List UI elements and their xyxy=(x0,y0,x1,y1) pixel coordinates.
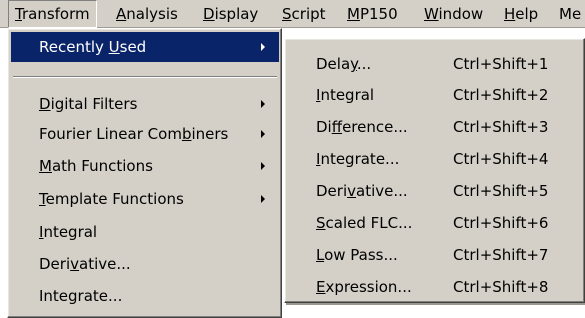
menu-analysis[interactable]: Analysis xyxy=(110,0,184,28)
submenu-arrow-icon xyxy=(261,162,265,170)
menu-window[interactable]: Window xyxy=(418,0,489,28)
menu-transform[interactable]: Transform xyxy=(8,0,97,28)
submenu-item-integral[interactable]: Integral Ctrl+Shift+2 xyxy=(288,80,580,110)
submenu-item-low-pass[interactable]: Low Pass... Ctrl+Shift+7 xyxy=(288,240,580,270)
submenu-arrow-icon xyxy=(261,43,265,51)
shortcut-label: Ctrl+Shift+4 xyxy=(453,150,549,168)
menu-display[interactable]: Display xyxy=(197,0,264,28)
submenu-item-difference[interactable]: Difference... Ctrl+Shift+3 xyxy=(288,112,580,142)
menu-item-digital-filters[interactable]: Digital Filters xyxy=(11,89,279,119)
menu-more[interactable]: Me xyxy=(553,0,585,28)
menu-item-integrate[interactable]: Integrate... xyxy=(11,281,279,311)
menu-bar: Transform Analysis Display Script MP150 … xyxy=(0,0,585,28)
submenu-arrow-icon xyxy=(261,100,265,108)
shortcut-label: Ctrl+Shift+2 xyxy=(453,86,549,104)
submenu-item-delay[interactable]: Delay... Ctrl+Shift+1 xyxy=(288,49,580,79)
shortcut-label: Ctrl+Shift+7 xyxy=(453,246,549,264)
submenu-arrow-icon xyxy=(261,195,265,203)
shortcut-label: Ctrl+Shift+8 xyxy=(453,278,549,296)
menu-separator xyxy=(13,76,277,78)
shortcut-label: Ctrl+Shift+6 xyxy=(453,214,549,232)
menu-item-template-functions[interactable]: Template Functions xyxy=(11,184,279,214)
recently-used-submenu: Delay... Ctrl+Shift+1 Integral Ctrl+Shif… xyxy=(284,38,585,303)
menu-item-math-functions[interactable]: Math Functions xyxy=(11,151,279,181)
menu-mp150[interactable]: MP150 xyxy=(341,0,404,28)
transform-menu: Recently Used Digital Filters Fourier Li… xyxy=(7,28,282,318)
shortcut-label: Ctrl+Shift+5 xyxy=(453,182,549,200)
submenu-item-expression[interactable]: Expression... Ctrl+Shift+8 xyxy=(288,272,580,302)
shortcut-label: Ctrl+Shift+3 xyxy=(453,118,549,136)
menu-item-fourier-linear-combiners[interactable]: Fourier Linear Combiners xyxy=(11,119,279,149)
submenu-item-derivative[interactable]: Derivative... Ctrl+Shift+5 xyxy=(288,176,580,206)
menu-item-derivative[interactable]: Derivative... xyxy=(11,249,279,279)
menu-item-recently-used[interactable]: Recently Used xyxy=(11,32,279,62)
submenu-item-scaled-flc[interactable]: Scaled FLC... Ctrl+Shift+6 xyxy=(288,208,580,238)
shortcut-label: Ctrl+Shift+1 xyxy=(453,55,549,73)
menu-help[interactable]: Help xyxy=(498,0,544,28)
menu-item-integral[interactable]: Integral xyxy=(11,217,279,247)
submenu-arrow-icon xyxy=(261,130,265,138)
submenu-item-integrate[interactable]: Integrate... Ctrl+Shift+4 xyxy=(288,144,580,174)
menu-script[interactable]: Script xyxy=(276,0,332,28)
